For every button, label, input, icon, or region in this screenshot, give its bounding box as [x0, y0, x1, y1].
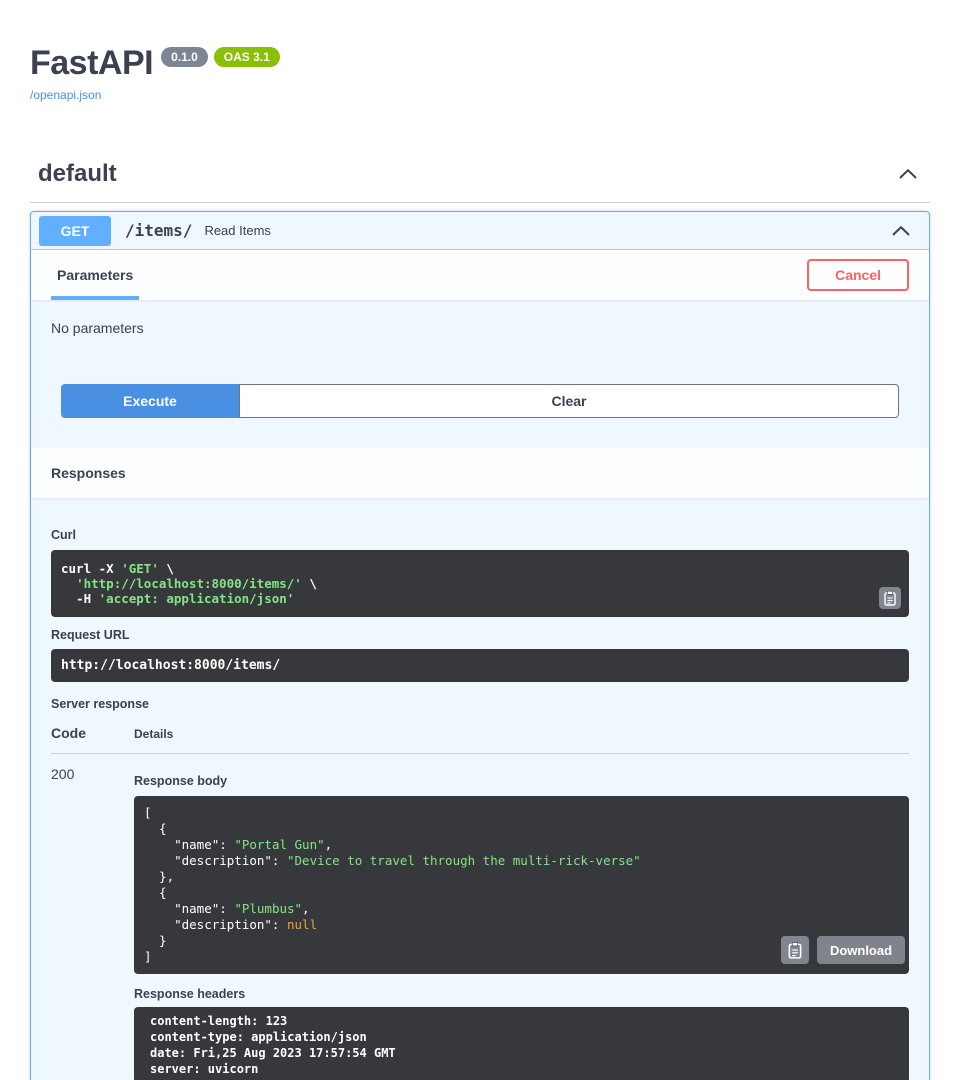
chevron-up-icon [891, 221, 911, 241]
execute-button[interactable]: Execute [61, 384, 239, 418]
operation-path: /items/ [125, 221, 192, 240]
swagger-page: FastAPI 0.1.0 OAS 3.1 /openapi.json defa… [0, 0, 960, 1080]
operation-summary[interactable]: GET /items/ Read Items [31, 212, 929, 250]
tag-section-header-default[interactable]: default [30, 154, 930, 203]
response-table-header: Code Details [51, 725, 909, 754]
response-body-label: Response body [134, 774, 909, 788]
chevron-up-icon [898, 164, 918, 184]
live-response-table: Code Details 200 Response body [ { "name… [51, 725, 909, 1080]
opblock-get-items: GET /items/ Read Items Parameters Cancel… [30, 211, 930, 1080]
copy-response-body-button[interactable] [781, 936, 809, 964]
clipboard-copy-icon [786, 941, 804, 959]
download-button[interactable]: Download [817, 936, 905, 964]
api-title: FastAPI [30, 46, 153, 80]
request-url-value: http://localhost:8000/items/ [51, 649, 909, 682]
responses-body: Curl curl -X 'GET' \ 'http://localhost:8… [31, 498, 929, 1080]
operation-collapse-button[interactable] [889, 219, 913, 243]
clear-button[interactable]: Clear [239, 384, 899, 418]
api-info-header: FastAPI 0.1.0 OAS 3.1 /openapi.json [30, 0, 930, 104]
section-collapse-button[interactable] [896, 162, 920, 186]
request-url-label: Request URL [51, 628, 909, 642]
active-tab-indicator [51, 296, 139, 300]
server-response-label: Server response [51, 697, 909, 711]
method-badge: GET [39, 216, 111, 246]
cancel-button[interactable]: Cancel [807, 259, 909, 291]
oas-version-badge: OAS 3.1 [214, 47, 280, 67]
response-details-cell: Response body [ { "name": "Portal Gun", … [134, 766, 909, 1080]
clipboard-copy-icon [882, 590, 898, 606]
parameters-body: No parameters [31, 300, 929, 336]
response-headers-block: content-length: 123content-type: applica… [134, 1007, 909, 1080]
execute-button-group: Execute Clear [31, 336, 929, 448]
response-body-block: [ { "name": "Portal Gun", "description":… [134, 796, 909, 974]
no-parameters-message: No parameters [51, 320, 909, 336]
version-badge: 0.1.0 [161, 47, 208, 67]
tab-parameters[interactable]: Parameters [51, 250, 139, 300]
operation-summary-text: Read Items [204, 223, 270, 238]
tag-section-title: default [38, 160, 117, 188]
code-column-header: Code [51, 725, 134, 741]
api-badges: 0.1.0 OAS 3.1 [161, 47, 280, 67]
curl-command-block: curl -X 'GET' \ 'http://localhost:8000/i… [51, 550, 909, 617]
parameters-tab-label: Parameters [57, 267, 133, 283]
openapi-spec-link[interactable]: /openapi.json [30, 88, 101, 102]
status-code: 200 [51, 766, 134, 1080]
responses-section-header: Responses [31, 448, 929, 498]
responses-section-title: Responses [51, 465, 126, 481]
copy-curl-button[interactable] [879, 587, 901, 609]
response-headers-label: Response headers [134, 987, 909, 1001]
response-table-row: 200 Response body [ { "name": "Portal Gu… [51, 754, 909, 1080]
curl-label: Curl [51, 528, 909, 542]
parameters-section-header: Parameters Cancel [31, 250, 929, 300]
details-column-header: Details [134, 727, 909, 741]
